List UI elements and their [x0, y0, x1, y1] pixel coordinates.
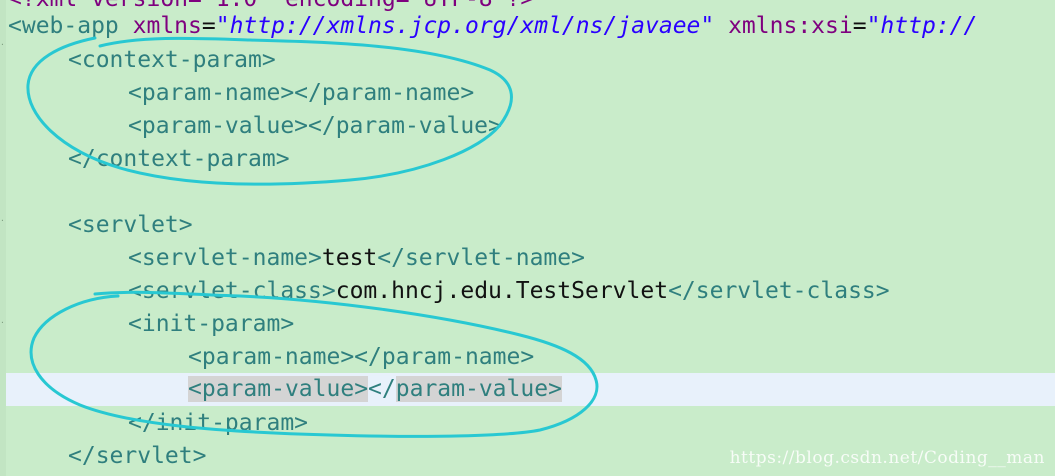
tag-bracket-open-close: </ [368, 376, 396, 402]
attr-xmlns-xsi: xmlns:xsi [714, 13, 853, 39]
code-line-web-app[interactable]: <web-app xmlns="http://xmlns.jcp.org/xml… [8, 10, 977, 43]
tag-servlet-class-close: </servlet-class> [668, 278, 890, 304]
code-line-init-param-open[interactable]: <init-param> [128, 308, 294, 341]
attr-xmlns: xmlns [118, 13, 202, 39]
tag-servlet-name-open: <servlet-name> [128, 245, 322, 271]
tag-servlet-name-close: </servlet-name> [377, 245, 585, 271]
equals-sign: = [852, 13, 867, 39]
tag-servlet-class-open: <servlet-class> [128, 278, 336, 304]
watermark: https://blog.csdn.net/Coding__man [729, 448, 1045, 468]
xml-editor[interactable]: · · · <?xml version="1.0" encoding="UTF-… [0, 0, 1055, 476]
fold-marker[interactable]: · [0, 319, 5, 327]
code-line-param-value[interactable]: <param-value></param-value> [128, 110, 502, 143]
fold-marker[interactable]: · [0, 41, 5, 49]
code-line-servlet-name[interactable]: <servlet-name>test</servlet-name> [128, 242, 585, 275]
servlet-class-value: com.hncj.edu.TestServlet [335, 278, 669, 304]
code-line-servlet-close[interactable]: </servlet> [68, 440, 206, 473]
code-line-context-param-open[interactable]: <context-param> [68, 44, 276, 77]
tag-bracket-close: > [548, 376, 562, 402]
tag-param-value-close: param-value [395, 376, 549, 402]
tag-bracket-open: < [188, 376, 202, 402]
code-line-servlet-class[interactable]: <servlet-class>com.hncj.edu.TestServlet<… [128, 275, 890, 308]
equals-sign: = [201, 13, 216, 39]
code-line-context-param-close[interactable]: </context-param> [68, 143, 290, 176]
fold-marker[interactable]: · [0, 217, 5, 225]
attr-value-xmlns: "http://xmlns.jcp.org/xml/ns/javaee" [215, 13, 715, 39]
code-line-init-param-close[interactable]: </init-param> [128, 407, 308, 440]
servlet-name-value: test [321, 245, 378, 271]
tag-web-app: <web-app [8, 13, 119, 39]
code-line-init-param-value[interactable]: <param-value></param-value> [188, 373, 562, 406]
code-line-param-name[interactable]: <param-name></param-name> [128, 77, 474, 110]
code-line-servlet-open[interactable]: <servlet> [68, 209, 193, 242]
code-line-init-param-name[interactable]: <param-name></param-name> [188, 341, 534, 374]
tag-bracket-close: > [354, 376, 369, 402]
tag-param-value-open: param-value [201, 376, 355, 402]
attr-value-xmlns-xsi: "http:// [866, 13, 978, 39]
